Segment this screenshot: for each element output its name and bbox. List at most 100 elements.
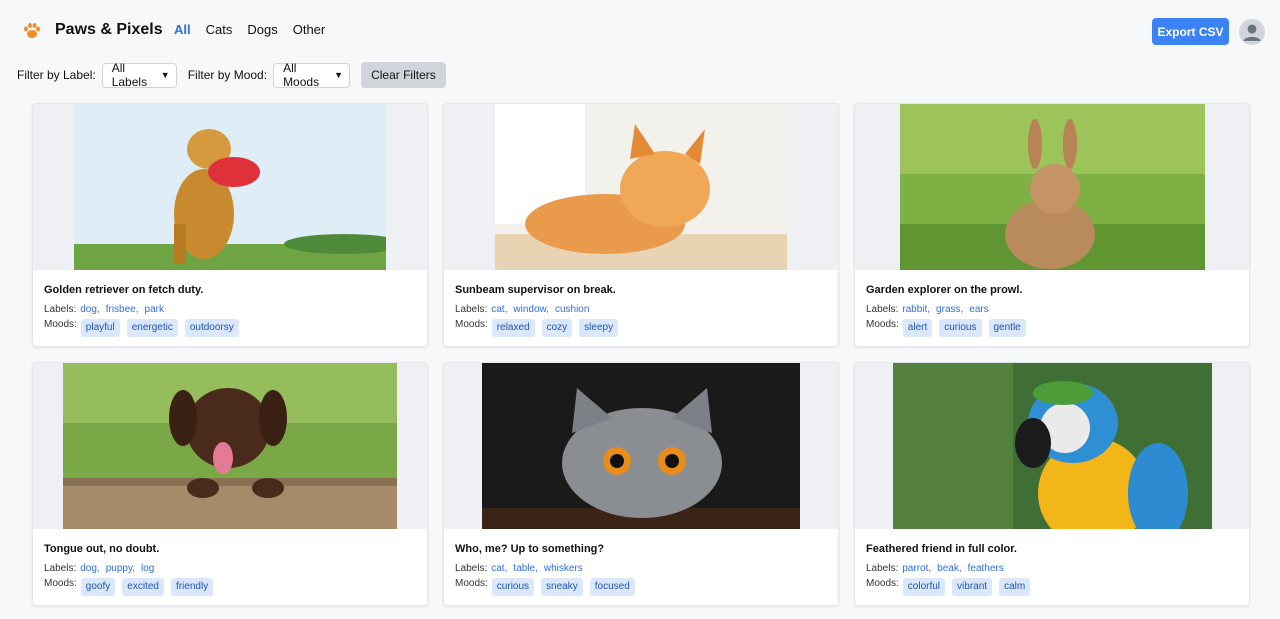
label-link[interactable]: feathers bbox=[968, 563, 1004, 574]
mood-tag[interactable]: sleepy bbox=[579, 319, 619, 337]
chevron-down-icon: ▼ bbox=[160, 70, 170, 80]
labels-title: Labels: bbox=[44, 562, 77, 574]
nav-other[interactable]: Other bbox=[293, 22, 326, 37]
mood-tag[interactable]: calm bbox=[999, 578, 1031, 596]
photo-image bbox=[33, 104, 427, 270]
label-link[interactable]: parrot, bbox=[902, 563, 931, 574]
mood-tag[interactable]: gentle bbox=[988, 319, 1026, 337]
paw-logo-icon bbox=[24, 23, 40, 38]
clear-filters-button[interactable]: Clear Filters bbox=[361, 62, 446, 88]
card-caption: Tongue out, no doubt. bbox=[44, 543, 160, 555]
user-avatar-icon[interactable] bbox=[1239, 19, 1265, 45]
mood-tag[interactable]: colorful bbox=[902, 578, 946, 596]
moods-title: Moods: bbox=[44, 319, 77, 330]
photo-card[interactable]: Golden retriever on fetch duty. Labels: … bbox=[32, 103, 428, 347]
mood-filter-select[interactable]: All Moods ▼ bbox=[273, 61, 351, 89]
label-link[interactable]: ears bbox=[969, 304, 988, 315]
card-labels: Labels: cat, table, whiskers bbox=[444, 561, 838, 575]
label-link[interactable]: dog, bbox=[80, 563, 99, 574]
mood-tag[interactable]: energetic bbox=[126, 319, 178, 337]
photo-card[interactable]: Feathered friend in full color. Labels: … bbox=[854, 362, 1250, 606]
card-caption: Golden retriever on fetch duty. bbox=[44, 284, 204, 296]
card-moods: Moods: relaxed cozy sleepy bbox=[444, 319, 838, 339]
label-link[interactable]: window, bbox=[513, 304, 549, 315]
moods-title: Moods: bbox=[455, 319, 488, 330]
grey-cat-image bbox=[482, 363, 800, 529]
mood-tag[interactable]: curious bbox=[939, 319, 982, 337]
filter-bar: Filter by Label: All Labels ▼ Filter by … bbox=[17, 61, 446, 89]
photo-image bbox=[33, 363, 427, 529]
labels-title: Labels: bbox=[44, 303, 77, 315]
label-link[interactable]: table, bbox=[513, 563, 537, 574]
card-labels: Labels: cat, window, cushion bbox=[444, 302, 838, 316]
photo-card[interactable]: Who, me? Up to something? Labels: cat, t… bbox=[443, 362, 839, 606]
mood-tag[interactable]: cozy bbox=[541, 319, 573, 337]
mood-tag[interactable]: alert bbox=[902, 319, 933, 337]
nav-cats[interactable]: Cats bbox=[206, 22, 233, 37]
card-labels: Labels: dog, frisbee, park bbox=[33, 302, 427, 316]
export-csv-button[interactable]: Export CSV bbox=[1152, 18, 1229, 45]
card-moods: Moods: playful energetic outdoorsy bbox=[33, 319, 427, 339]
mood-tag[interactable]: vibrant bbox=[952, 578, 993, 596]
moods-title: Moods: bbox=[866, 578, 899, 589]
label-link[interactable]: beak, bbox=[937, 563, 961, 574]
card-moods: Moods: curious sneaky focused bbox=[444, 578, 838, 598]
mood-tag[interactable]: relaxed bbox=[491, 319, 535, 337]
photo-card[interactable]: Garden explorer on the prowl. Labels: ra… bbox=[854, 103, 1250, 347]
golden-retriever-image bbox=[74, 104, 386, 270]
card-caption: Sunbeam supervisor on break. bbox=[455, 284, 616, 296]
mood-tag[interactable]: outdoorsy bbox=[184, 319, 239, 337]
label-link[interactable]: log bbox=[141, 563, 154, 574]
mood-tag[interactable]: sneaky bbox=[541, 578, 583, 596]
brand-title: Paws & Pixels bbox=[55, 21, 163, 38]
labels-title: Labels: bbox=[866, 303, 899, 315]
photo-image bbox=[444, 104, 838, 270]
card-caption: Who, me? Up to something? bbox=[455, 543, 605, 555]
nav-dogs[interactable]: Dogs bbox=[247, 22, 277, 37]
moods-title: Moods: bbox=[44, 578, 77, 589]
label-link[interactable]: park bbox=[145, 304, 164, 315]
labels-title: Labels: bbox=[866, 562, 899, 574]
puppy-image bbox=[63, 363, 397, 529]
mood-tag[interactable]: curious bbox=[491, 578, 535, 596]
card-caption: Feathered friend in full color. bbox=[866, 543, 1017, 555]
card-labels: Labels: dog, puppy, log bbox=[33, 561, 427, 575]
app-header: Paws & Pixels All Cats Dogs Other Export… bbox=[0, 0, 1280, 62]
card-labels: Labels: rabbit, grass, ears bbox=[855, 302, 1249, 316]
label-link[interactable]: dog, bbox=[80, 304, 99, 315]
nav-all[interactable]: All bbox=[174, 22, 191, 37]
label-link[interactable]: rabbit, bbox=[902, 304, 930, 315]
card-moods: Moods: colorful vibrant calm bbox=[855, 578, 1249, 598]
label-link[interactable]: cat, bbox=[491, 563, 507, 574]
label-filter-value: All Labels bbox=[111, 61, 148, 89]
card-labels: Labels: parrot, beak, feathers bbox=[855, 561, 1249, 575]
label-filter-select[interactable]: All Labels ▼ bbox=[101, 61, 177, 89]
label-link[interactable]: grass, bbox=[936, 304, 963, 315]
label-link[interactable]: frisbee, bbox=[106, 304, 139, 315]
card-caption: Garden explorer on the prowl. bbox=[866, 284, 1023, 296]
mood-filter-title: Filter by Mood: bbox=[187, 68, 268, 82]
orange-cat-image bbox=[495, 104, 787, 270]
mood-tag[interactable]: goofy bbox=[80, 578, 116, 596]
label-link[interactable]: whiskers bbox=[544, 563, 583, 574]
mood-tag[interactable]: excited bbox=[122, 578, 164, 596]
card-moods: Moods: goofy excited friendly bbox=[33, 578, 427, 598]
label-link[interactable]: puppy, bbox=[106, 563, 135, 574]
label-link[interactable]: cat, bbox=[491, 304, 507, 315]
photo-image bbox=[855, 363, 1249, 529]
moods-title: Moods: bbox=[455, 578, 488, 589]
photo-card[interactable]: Sunbeam supervisor on break. Labels: cat… bbox=[443, 103, 839, 347]
category-nav: All Cats Dogs Other bbox=[174, 22, 340, 37]
macaw-image bbox=[892, 363, 1212, 529]
labels-title: Labels: bbox=[455, 562, 488, 574]
photo-image bbox=[444, 363, 838, 529]
photo-image bbox=[855, 104, 1249, 270]
mood-tag[interactable]: focused bbox=[589, 578, 635, 596]
card-moods: Moods: alert curious gentle bbox=[855, 319, 1249, 339]
photo-card[interactable]: Tongue out, no doubt. Labels: dog, puppy… bbox=[32, 362, 428, 606]
mood-tag[interactable]: playful bbox=[80, 319, 120, 337]
photo-grid: Golden retriever on fetch duty. Labels: … bbox=[32, 103, 1250, 606]
mood-filter-value: All Moods bbox=[283, 61, 320, 89]
label-link[interactable]: cushion bbox=[555, 304, 589, 315]
mood-tag[interactable]: friendly bbox=[170, 578, 214, 596]
